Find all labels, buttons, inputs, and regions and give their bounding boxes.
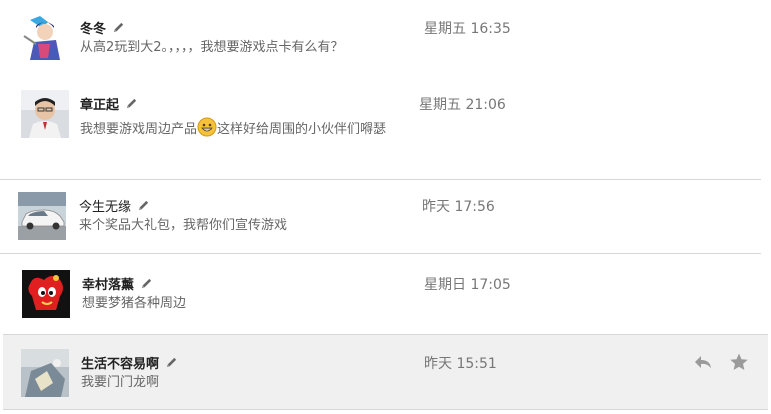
- contact-name: 幸村落薰: [82, 274, 153, 293]
- contact-name-text: 幸村落薰: [82, 278, 135, 293]
- avatar[interactable]: [21, 349, 69, 397]
- reply-icon[interactable]: [693, 352, 713, 372]
- message-time: 昨天 17:56: [422, 199, 495, 215]
- contact-name: 今生无缘: [79, 196, 150, 215]
- avatar[interactable]: [21, 90, 69, 138]
- contact-name: 章正起: [80, 94, 138, 113]
- message-preview: 想要梦猪各种周边: [82, 296, 187, 311]
- pencil-icon[interactable]: [140, 277, 153, 290]
- message-text-part: 这样好给周围的小伙伴们嘚瑟: [217, 122, 387, 137]
- conversation-item[interactable]: 章正起 星期五 21:06 我想要游戏周边产品 这样好给周围的小伙伴们嘚瑟: [0, 84, 771, 180]
- star-icon[interactable]: [729, 352, 749, 372]
- contact-name: 生活不容易啊: [81, 353, 178, 372]
- message-preview: 来个奖品大礼包，我帮你们宣传游戏: [79, 218, 288, 233]
- pencil-icon[interactable]: [165, 356, 178, 369]
- contact-name-text: 生活不容易啊: [81, 357, 160, 372]
- conversation-item-selected[interactable]: 生活不容易啊 昨天 15:51 我要门门龙啊: [3, 334, 768, 410]
- avatar[interactable]: [20, 14, 68, 62]
- pencil-icon[interactable]: [112, 21, 125, 34]
- message-time: 星期日 17:05: [424, 277, 511, 293]
- pencil-icon[interactable]: [137, 199, 150, 212]
- grinning-emoji-icon: [197, 117, 217, 137]
- conversation-item[interactable]: 幸村落薰 星期日 17:05 想要梦猪各种周边: [0, 254, 771, 332]
- conversation-item[interactable]: 冬冬 星期五 16:35 从高2玩到大2。，，，，我想要游戏点卡有么有？: [0, 0, 771, 84]
- conversation-list: 冬冬 星期五 16:35 从高2玩到大2。，，，，我想要游戏点卡有么有？ 章正起…: [0, 0, 771, 414]
- message-text-part: 我想要游戏周边产品: [80, 122, 198, 137]
- contact-name-text: 今生无缘: [79, 200, 132, 215]
- contact-name-text: 冬冬: [80, 22, 107, 37]
- message-preview: 从高2玩到大2。，，，，我想要游戏点卡有么有？: [80, 40, 344, 55]
- message-preview: 我想要游戏周边产品 这样好给周围的小伙伴们嘚瑟: [80, 117, 400, 141]
- message-time: 昨天 15:51: [424, 356, 497, 372]
- pencil-icon[interactable]: [125, 97, 138, 110]
- conversation-item[interactable]: 今生无缘 昨天 17:56 来个奖品大礼包，我帮你们宣传游戏: [0, 180, 771, 254]
- avatar[interactable]: [18, 192, 66, 240]
- message-time: 星期五 21:06: [419, 97, 506, 113]
- avatar[interactable]: [22, 270, 70, 318]
- message-time: 星期五 16:35: [424, 21, 511, 37]
- contact-name: 冬冬: [80, 18, 125, 37]
- message-preview: 我要门门龙啊: [81, 375, 160, 390]
- contact-name-text: 章正起: [80, 98, 120, 113]
